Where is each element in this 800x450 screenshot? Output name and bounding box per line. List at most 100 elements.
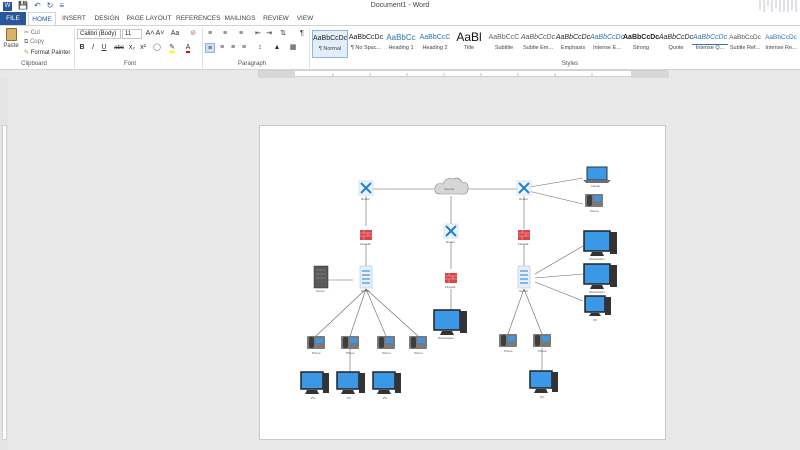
pc-label: PC [593, 318, 598, 322]
style-label: Subtitle [494, 45, 514, 51]
style-label: Title [463, 45, 475, 51]
phone-label: Phone [346, 351, 355, 355]
align-right-icon[interactable]: ≡ [228, 43, 238, 53]
style-heading-1[interactable]: AaBbCc Heading 1 [383, 30, 419, 58]
align-left-icon[interactable]: ≡ [205, 43, 215, 53]
scissors-icon: ✂ [24, 30, 31, 36]
font-size-select[interactable]: 11 [122, 29, 142, 39]
style-sample: AaBbCcDc [313, 35, 347, 42]
firewall-icon: Firewall [360, 230, 372, 246]
tab-mailings[interactable]: MAILINGS [224, 12, 256, 25]
tab-view[interactable]: VIEW [294, 12, 316, 25]
workstation-icon: Workstation [433, 309, 467, 340]
firewall-icon: Firewall [518, 230, 530, 246]
text-effects-icon[interactable]: ◯ [152, 43, 162, 53]
tab-review[interactable]: REVIEW [262, 12, 290, 25]
laptop-label: Laptop [591, 184, 601, 188]
tab-file[interactable]: FILE [0, 12, 26, 25]
numbering-icon[interactable]: ≡ [220, 29, 230, 39]
style-sample: AaBbCcC [419, 34, 451, 41]
cut-label: Cut [30, 30, 41, 36]
pc-icon: PC [529, 370, 558, 399]
tab-page-layout[interactable]: PAGE LAYOUT [126, 12, 172, 25]
style-strong[interactable]: AaBbCcDc Strong [623, 30, 659, 58]
tab-insert[interactable]: INSERT [60, 12, 88, 25]
router-label: Router [446, 240, 455, 244]
style-emphasis[interactable]: AaBbCcDc Emphasis [555, 30, 591, 58]
style-heading-2[interactable]: AaBbCcC Heading 2 [417, 30, 453, 58]
show-formatting-button[interactable]: ¶ [297, 29, 307, 39]
subscript-button[interactable]: x₂ [127, 43, 137, 53]
switch-icon: Switch [359, 265, 373, 293]
multilevel-list-icon[interactable]: ≡ [236, 29, 246, 39]
justify-icon[interactable]: ≡ [239, 43, 249, 53]
increase-indent-icon[interactable]: ⇥ [264, 29, 274, 39]
workstation-label: Workstation [589, 257, 605, 261]
grow-font-button[interactable]: A˄ [145, 29, 155, 39]
tab-home[interactable]: HOME [28, 12, 56, 25]
format-painter-button[interactable]: ✎ Format Painter [24, 49, 70, 56]
phone-icon: Phone [341, 336, 359, 355]
style-normal[interactable]: AaBbCcDc ¶ Normal [312, 30, 348, 58]
paste-label: Paste [3, 43, 19, 49]
router-label: Router [519, 197, 528, 201]
style-intense-quote[interactable]: AaBbCcDc Intense Q... [692, 30, 728, 58]
phone-label: Phone [590, 209, 599, 213]
cut-button[interactable]: ✂ Cut [24, 29, 40, 36]
style-intense-reference[interactable]: AaBbCcDc Intense Re... [763, 30, 799, 58]
font-name-select[interactable]: Calibri (Body) [77, 29, 121, 39]
phone-label: Phone [504, 349, 513, 353]
font-color-icon[interactable]: A [183, 43, 193, 53]
pc-label: PC [383, 396, 388, 400]
underline-button[interactable]: U [99, 43, 109, 53]
style-subtitle[interactable]: AaBbCcC Subtitle [486, 30, 522, 58]
internet-cloud-icon: Internet [434, 177, 469, 195]
decrease-indent-icon[interactable]: ⇤ [253, 29, 263, 39]
workstation-label: Workstation [589, 290, 605, 294]
change-case-button[interactable]: Aa [168, 29, 182, 39]
align-center-icon[interactable]: ≡ [217, 43, 227, 53]
tab-design[interactable]: DESIGN [92, 12, 122, 25]
sort-icon[interactable]: ⇅ [278, 29, 288, 39]
style-label: ¶ Normal [318, 46, 342, 52]
superscript-button[interactable]: x² [138, 43, 148, 53]
style-no-spacing[interactable]: AaBbCcDc ¶ No Spac... [348, 30, 384, 58]
line-spacing-icon[interactable]: ↕ [255, 43, 265, 53]
ribbon-tabs: FILE HOME INSERT DESIGN PAGE LAYOUT REFE… [0, 12, 800, 25]
phone-label: Phone [538, 349, 547, 353]
shading-icon[interactable]: ▲ [272, 43, 282, 53]
style-sample: AaBbCcDc [520, 34, 556, 41]
strikethrough-button[interactable]: abc [113, 43, 125, 53]
borders-icon[interactable]: ▦ [288, 43, 298, 53]
italic-button[interactable]: I [88, 43, 98, 53]
bold-button[interactable]: B [77, 43, 87, 53]
shrink-font-button[interactable]: A˅ [155, 29, 165, 39]
router-icon: Router [516, 180, 532, 201]
paste-button[interactable]: Paste [3, 28, 19, 56]
laptop-icon: Laptop [583, 166, 611, 188]
copy-button[interactable]: ⧉ Copy [24, 39, 44, 46]
highlight-icon[interactable]: ✎ [167, 43, 177, 53]
style-sample: AaBl [456, 30, 482, 44]
style-title[interactable]: AaBl Title [451, 30, 487, 58]
style-subtle-reference[interactable]: AaBbCcDc Subtle Ref... [727, 30, 763, 58]
phone-label: Phone [414, 351, 423, 355]
group-divider [309, 28, 310, 68]
style-label: Strong [632, 45, 650, 51]
switch-icon: Switch [517, 265, 531, 293]
document-page[interactable]: Internet Router Router Router Firewall F… [259, 125, 666, 440]
copy-label: Copy [29, 39, 44, 45]
vertical-ruler[interactable] [2, 125, 7, 440]
style-intense-emphasis[interactable]: AaBbCcDc Intense E... [589, 30, 625, 58]
clear-formatting-button[interactable]: ⊘ [188, 29, 198, 39]
style-sample: AaBbCcDc [692, 30, 728, 45]
title-bar: W 💾 ↶ ↻ ≡ Document1 - Word [0, 0, 800, 22]
horizontal-ruler[interactable] [258, 70, 669, 78]
switch-label: Switch [361, 289, 370, 293]
tab-references[interactable]: REFERENCES [176, 12, 220, 25]
firewall-label: Firewall [360, 242, 371, 246]
style-quote[interactable]: AaBbCcDc Quote [658, 30, 694, 58]
phone-icon: Phone [409, 336, 427, 355]
bullets-icon[interactable]: ≡ [205, 29, 215, 39]
style-subtle-emphasis[interactable]: AaBbCcDc Subtle Em... [520, 30, 556, 58]
